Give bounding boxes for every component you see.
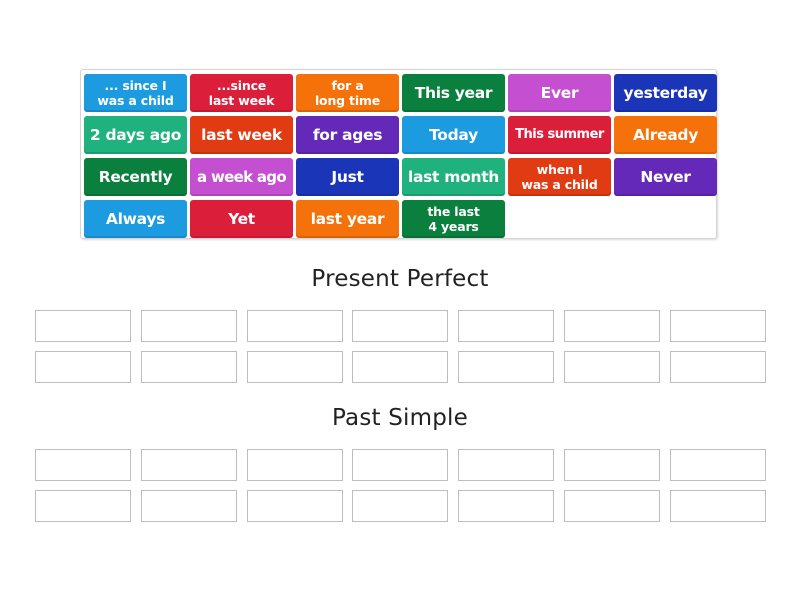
drop-slot[interactable] bbox=[670, 310, 766, 342]
drop-slot[interactable] bbox=[35, 351, 131, 383]
drop-slot[interactable] bbox=[141, 351, 237, 383]
tile-label: Already bbox=[632, 126, 699, 144]
draggable-tile[interactable]: last month bbox=[402, 158, 505, 196]
drop-slot[interactable] bbox=[35, 449, 131, 481]
drop-slot[interactable] bbox=[247, 449, 343, 481]
drop-slot[interactable] bbox=[458, 351, 554, 383]
draggable-tile[interactable]: 2 days ago bbox=[84, 116, 187, 154]
drop-slot[interactable] bbox=[670, 490, 766, 522]
group-heading-past-simple: Past Simple bbox=[332, 405, 468, 431]
group-heading-present-perfect: Present Perfect bbox=[311, 266, 489, 292]
drop-slot[interactable] bbox=[352, 351, 448, 383]
tile-label: for a long time bbox=[314, 78, 381, 108]
drop-slot[interactable] bbox=[352, 449, 448, 481]
tile-label: the last 4 years bbox=[427, 204, 480, 234]
drop-slot[interactable] bbox=[141, 310, 237, 342]
tile-label: Always bbox=[105, 210, 166, 228]
draggable-tile[interactable]: ...since last week bbox=[190, 74, 293, 112]
draggable-tile[interactable]: for ages bbox=[296, 116, 399, 154]
drop-slot[interactable] bbox=[670, 449, 766, 481]
draggable-tile[interactable]: This summer bbox=[508, 116, 611, 154]
tile-label: ... since I was a child bbox=[97, 78, 174, 108]
draggable-tile[interactable]: This year bbox=[402, 74, 505, 112]
draggable-tile[interactable]: the last 4 years bbox=[402, 200, 505, 238]
tile-label: Recently bbox=[98, 168, 173, 186]
tile-label: This year bbox=[414, 84, 493, 102]
tile-label: Yet bbox=[228, 210, 255, 228]
draggable-tile[interactable]: Just bbox=[296, 158, 399, 196]
tile-label: last month bbox=[407, 168, 500, 186]
tile-label: This summer bbox=[515, 127, 604, 142]
draggable-tile[interactable]: when I was a child bbox=[508, 158, 611, 196]
drop-slot[interactable] bbox=[564, 449, 660, 481]
activity-stage: ... since I was a child ...since last wee… bbox=[0, 0, 800, 600]
tile-label: last week bbox=[201, 126, 282, 144]
drop-slot[interactable] bbox=[141, 490, 237, 522]
drop-slot[interactable] bbox=[564, 351, 660, 383]
drop-slot[interactable] bbox=[458, 449, 554, 481]
drop-slot[interactable] bbox=[35, 310, 131, 342]
draggable-tile[interactable]: last year bbox=[296, 200, 399, 238]
draggable-tile[interactable]: a week ago bbox=[190, 158, 293, 196]
draggable-tile[interactable]: Today bbox=[402, 116, 505, 154]
tile-label: 2 days ago bbox=[89, 126, 182, 144]
draggable-tile[interactable]: Never bbox=[614, 158, 717, 196]
drop-slot[interactable] bbox=[458, 310, 554, 342]
drop-slot[interactable] bbox=[670, 351, 766, 383]
drop-slot[interactable] bbox=[35, 490, 131, 522]
drop-slot[interactable] bbox=[247, 351, 343, 383]
tile-label: Just bbox=[331, 168, 364, 186]
drop-slot[interactable] bbox=[458, 490, 554, 522]
drop-slot[interactable] bbox=[247, 490, 343, 522]
tile-label: yesterday bbox=[623, 84, 708, 102]
draggable-tile[interactable]: Ever bbox=[508, 74, 611, 112]
tile-label: Ever bbox=[540, 84, 579, 102]
tile-label: when I was a child bbox=[521, 162, 598, 192]
draggable-tile[interactable]: for a long time bbox=[296, 74, 399, 112]
draggable-tile[interactable]: Yet bbox=[190, 200, 293, 238]
tile-label: for ages bbox=[312, 126, 383, 144]
drop-slot[interactable] bbox=[141, 449, 237, 481]
drop-slot[interactable] bbox=[247, 310, 343, 342]
drop-slot[interactable] bbox=[352, 310, 448, 342]
draggable-tile[interactable]: yesterday bbox=[614, 74, 717, 112]
draggable-tile[interactable]: ... since I was a child bbox=[84, 74, 187, 112]
draggable-tile[interactable]: last week bbox=[190, 116, 293, 154]
tile-label: Today bbox=[429, 126, 478, 144]
drop-slot[interactable] bbox=[564, 310, 660, 342]
tile-label: last year bbox=[310, 210, 385, 228]
draggable-tile[interactable]: Recently bbox=[84, 158, 187, 196]
tile-label: Never bbox=[640, 168, 691, 186]
drop-slot[interactable] bbox=[564, 490, 660, 522]
draggable-tile[interactable]: Already bbox=[614, 116, 717, 154]
tile-label: ...since last week bbox=[208, 78, 275, 108]
draggable-tile[interactable]: Always bbox=[84, 200, 187, 238]
drop-slot[interactable] bbox=[352, 490, 448, 522]
tile-label: a week ago bbox=[197, 168, 287, 186]
tile-pool: ... since I was a child ...since last wee… bbox=[80, 69, 717, 239]
